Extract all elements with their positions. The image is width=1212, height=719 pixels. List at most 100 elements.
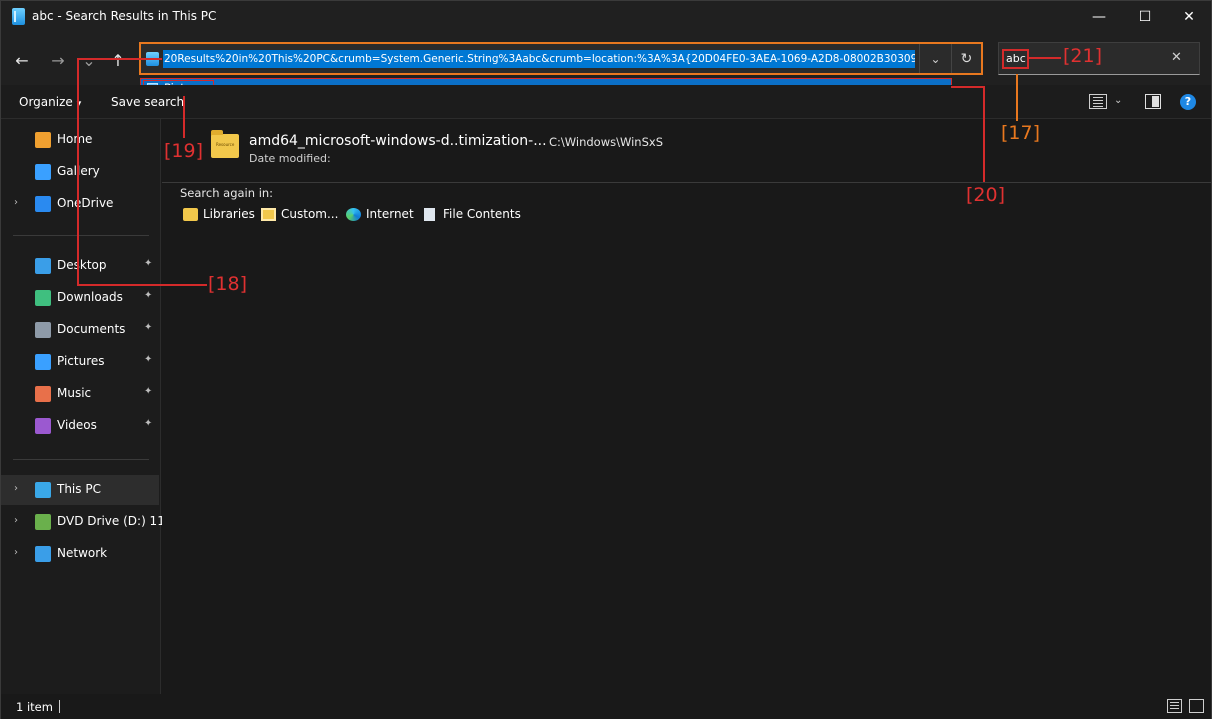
annotation-21-line [1028,57,1061,59]
annotation-19-line [183,96,185,138]
pin-icon[interactable]: ✦ [144,354,152,365]
sidebar-item-onedrive[interactable]: › OneDrive [1,189,159,219]
search-again-internet-label: Internet [366,207,414,221]
address-bar[interactable]: 20Results%20in%20This%20PC&crumb=System.… [139,42,983,75]
chevron-down-icon[interactable]: ⌄ [1114,95,1122,106]
videos-icon [35,418,51,434]
annotation-17: [17] [1001,122,1041,144]
annotation-18-vertical [77,58,79,285]
sidebar-item-network[interactable]: › Network [1,539,159,569]
details-view-icon[interactable] [1167,699,1182,713]
onedrive-icon [35,196,51,212]
refresh-button[interactable]: ↻ [951,44,981,73]
search-again-custom[interactable]: Custom... [261,207,338,225]
sidebar-item-label: Downloads [57,290,123,304]
search-again-libraries-label: Libraries [203,207,255,221]
sidebar-item-gallery[interactable]: Gallery [1,157,159,187]
view-options-icon[interactable] [1089,94,1107,109]
sidebar-item-documents[interactable]: Documents ✦ [1,315,159,345]
help-icon[interactable]: ? [1180,94,1196,110]
search-again-libraries[interactable]: Libraries [183,207,255,225]
annotation-20-vertical [983,86,985,182]
navigation-pane: HomeGallery›OneDriveDesktop✦Downloads✦Do… [1,119,178,694]
sidebar-item-label: Music [57,386,92,400]
search-result-item[interactable]: amd64_microsoft-windows-d..timization-..… [162,119,1211,183]
file-explorer-window: abc - Search Results in This PC — ☐ ✕ ← … [0,0,1212,719]
item-count: 1 item [16,700,53,714]
internet-icon [346,208,361,221]
folder-icon [211,130,239,158]
search-again-custom-label: Custom... [281,207,339,221]
annotation-20: [20] [966,184,1006,206]
back-button[interactable]: ← [9,47,35,73]
large-icons-view-icon[interactable] [1189,699,1204,713]
file-explorer-icon [12,8,25,25]
downloads-icon [35,290,51,306]
status-divider [59,700,60,713]
music-icon [35,386,51,402]
chevron-right-icon[interactable]: › [14,547,18,558]
organize-label: Organize [19,95,73,109]
file-contents-icon [424,208,435,221]
pin-icon[interactable]: ✦ [144,418,152,429]
title-bar: abc - Search Results in This PC — ☐ ✕ [1,1,1211,33]
annotation-21: [21] [1063,45,1103,67]
sidebar-item-label: Documents [57,322,126,336]
sidebar-item-label: Pictures [57,354,105,368]
annotation-18: [18] [208,273,248,295]
desktop-icon [35,258,51,274]
chevron-right-icon[interactable]: › [14,197,18,208]
up-button[interactable]: ↑ [105,47,131,73]
sidebar-item-music[interactable]: Music ✦ [1,379,159,409]
this-pc-icon [35,482,51,498]
sidebar-item-label: Desktop [57,258,107,272]
pin-icon[interactable]: ✦ [144,322,152,333]
address-dropdown-button[interactable]: ⌄ [919,44,951,73]
sidebar-item-home[interactable]: Home [1,125,159,155]
organize-button[interactable]: Organize ▾ [19,95,81,109]
minimize-button[interactable]: — [1076,1,1122,33]
annotation-17-connector [1016,74,1018,121]
sidebar-item-label: Home [57,132,93,146]
recent-locations-button[interactable]: ⌄ [76,47,102,73]
preview-pane-icon[interactable] [1145,94,1161,109]
libraries-icon [183,208,198,221]
sidebar-item-label: OneDrive [57,196,114,210]
annotation-18-top [77,58,162,60]
sidebar-item-dvd-drive-d-11-2[interactable]: › DVD Drive (D:) 11_2 [1,507,178,537]
pin-icon[interactable]: ✦ [144,386,152,397]
address-input[interactable]: 20Results%20in%20This%20PC&crumb=System.… [163,50,915,68]
sidebar-item-pictures[interactable]: Pictures ✦ [1,347,159,377]
documents-icon [35,322,51,338]
result-name: amd64_microsoft-windows-d..timization-..… [249,133,547,149]
annotation-19: [19] [164,140,204,162]
sidebar-item-this-pc[interactable]: › This PC [1,475,159,505]
pin-icon[interactable]: ✦ [144,290,152,301]
dvd-drive-icon [35,514,51,530]
sidebar-item-label: Videos [57,418,97,432]
chevron-right-icon[interactable]: › [14,515,18,526]
search-again-internet[interactable]: Internet [346,207,414,225]
search-again-file-contents[interactable]: File Contents [423,207,521,225]
close-button[interactable]: ✕ [1166,1,1212,33]
sidebar-item-videos[interactable]: Videos ✦ [1,411,159,441]
forward-button[interactable]: → [45,47,71,73]
custom-icon [261,208,276,221]
pin-icon[interactable]: ✦ [144,258,152,269]
search-input[interactable]: abc [1002,49,1029,69]
gallery-icon [35,164,51,180]
annotation-18-horizontal [77,284,207,286]
maximize-button[interactable]: ☐ [1122,1,1168,33]
chevron-right-icon[interactable]: › [14,483,18,494]
pictures-icon [35,354,51,370]
result-date-modified: Date modified: [249,152,331,165]
save-search-button[interactable]: Save search [111,95,184,109]
result-path: C:\Windows\WinSxS [549,135,663,149]
sidebar-item-downloads[interactable]: Downloads ✦ [1,283,159,313]
results-pane: amd64_microsoft-windows-d..timization-..… [162,119,1211,694]
sidebar-item-desktop[interactable]: Desktop ✦ [1,251,159,281]
window-title: abc - Search Results in This PC [32,9,217,23]
clear-search-icon[interactable]: ✕ [1171,50,1182,65]
sidebar-item-label: Network [57,546,108,560]
search-again-label: Search again in: [180,186,274,200]
